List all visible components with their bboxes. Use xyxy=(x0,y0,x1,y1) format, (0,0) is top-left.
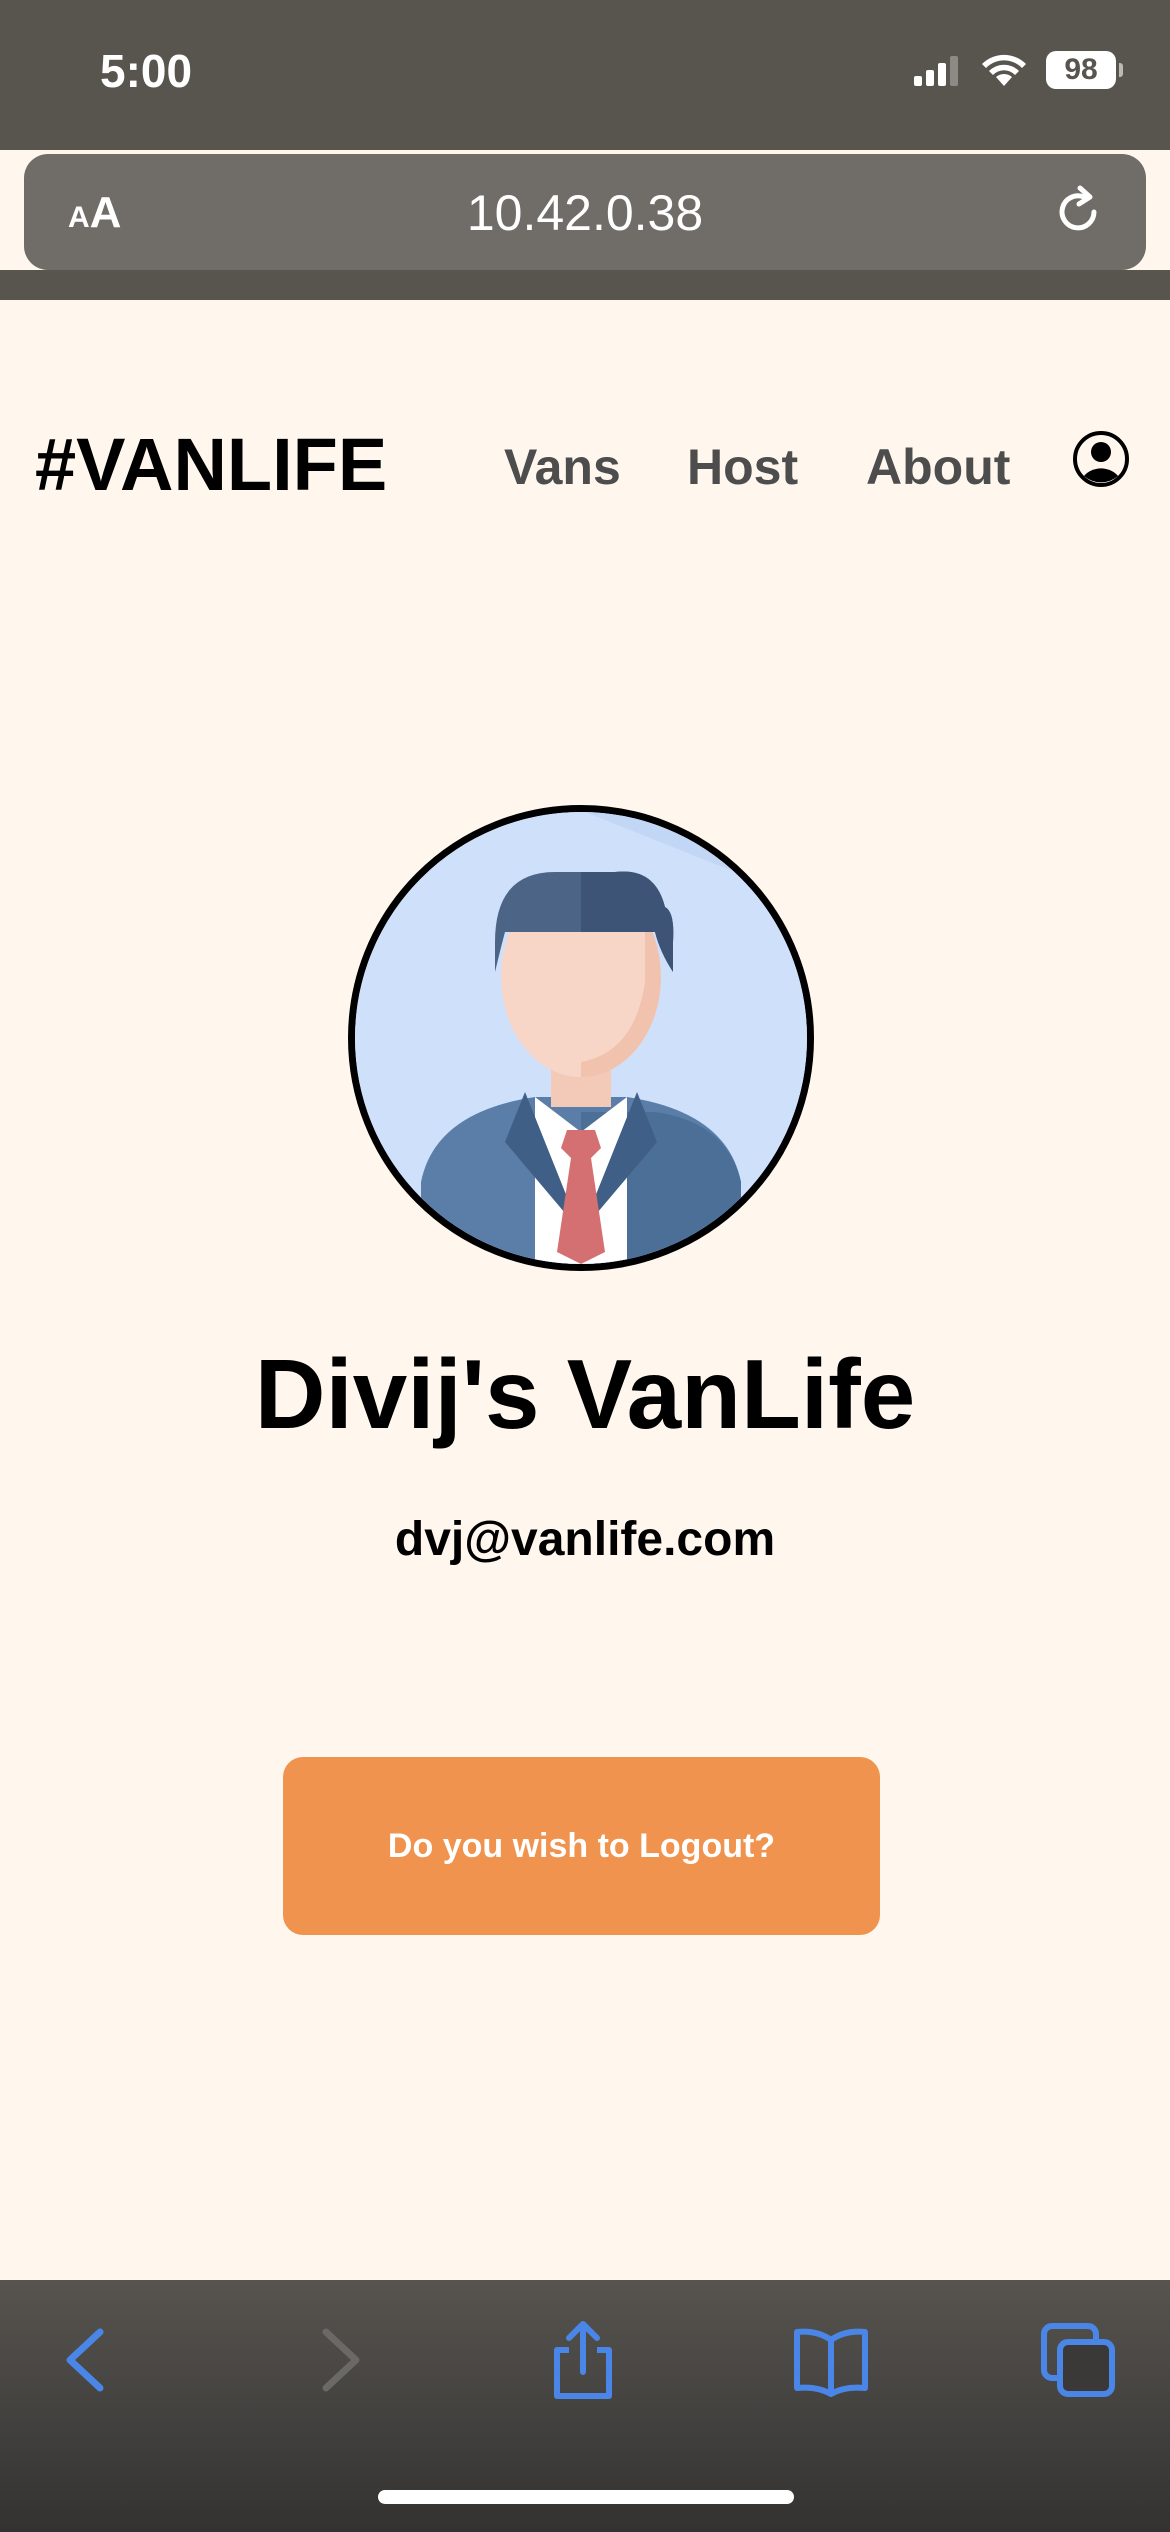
profile-email: dvj@vanlife.com xyxy=(394,1513,776,1566)
status-time: 5:00 xyxy=(100,45,193,97)
nav-link-host[interactable]: Host xyxy=(687,438,798,496)
forward-icon[interactable] xyxy=(300,2320,380,2400)
reload-icon[interactable] xyxy=(1050,184,1106,240)
url-text[interactable]: 10.42.0.38 xyxy=(24,184,1146,242)
status-bar: 5:00 98 xyxy=(0,0,1170,150)
businessman-avatar-icon xyxy=(355,812,807,1264)
address-bar[interactable]: A A 10.42.0.38 xyxy=(24,154,1146,270)
profile-name: Divij's VanLife xyxy=(254,1339,916,1449)
bookmarks-icon[interactable] xyxy=(791,2320,871,2400)
page-content: #VANLIFE Vans Host About Divij's VanLife… xyxy=(0,300,1170,2280)
nav-link-vans[interactable]: Vans xyxy=(504,438,621,496)
profile-avatar xyxy=(348,805,814,1271)
signal-icon xyxy=(914,56,958,86)
site-logo[interactable]: #VANLIFE xyxy=(35,422,387,507)
tabs-icon[interactable] xyxy=(1038,2320,1118,2400)
share-icon[interactable] xyxy=(543,2320,623,2400)
nav-link-about[interactable]: About xyxy=(866,438,1010,496)
account-circle-icon[interactable] xyxy=(1072,430,1130,488)
back-icon[interactable] xyxy=(46,2320,126,2400)
home-indicator xyxy=(378,2490,794,2504)
status-icons: 98 xyxy=(914,50,1123,90)
logout-button[interactable]: Do you wish to Logout? xyxy=(283,1757,880,1935)
battery-icon: 98 xyxy=(1046,51,1123,89)
browser-chrome-band xyxy=(0,270,1170,300)
wifi-icon xyxy=(982,54,1026,86)
